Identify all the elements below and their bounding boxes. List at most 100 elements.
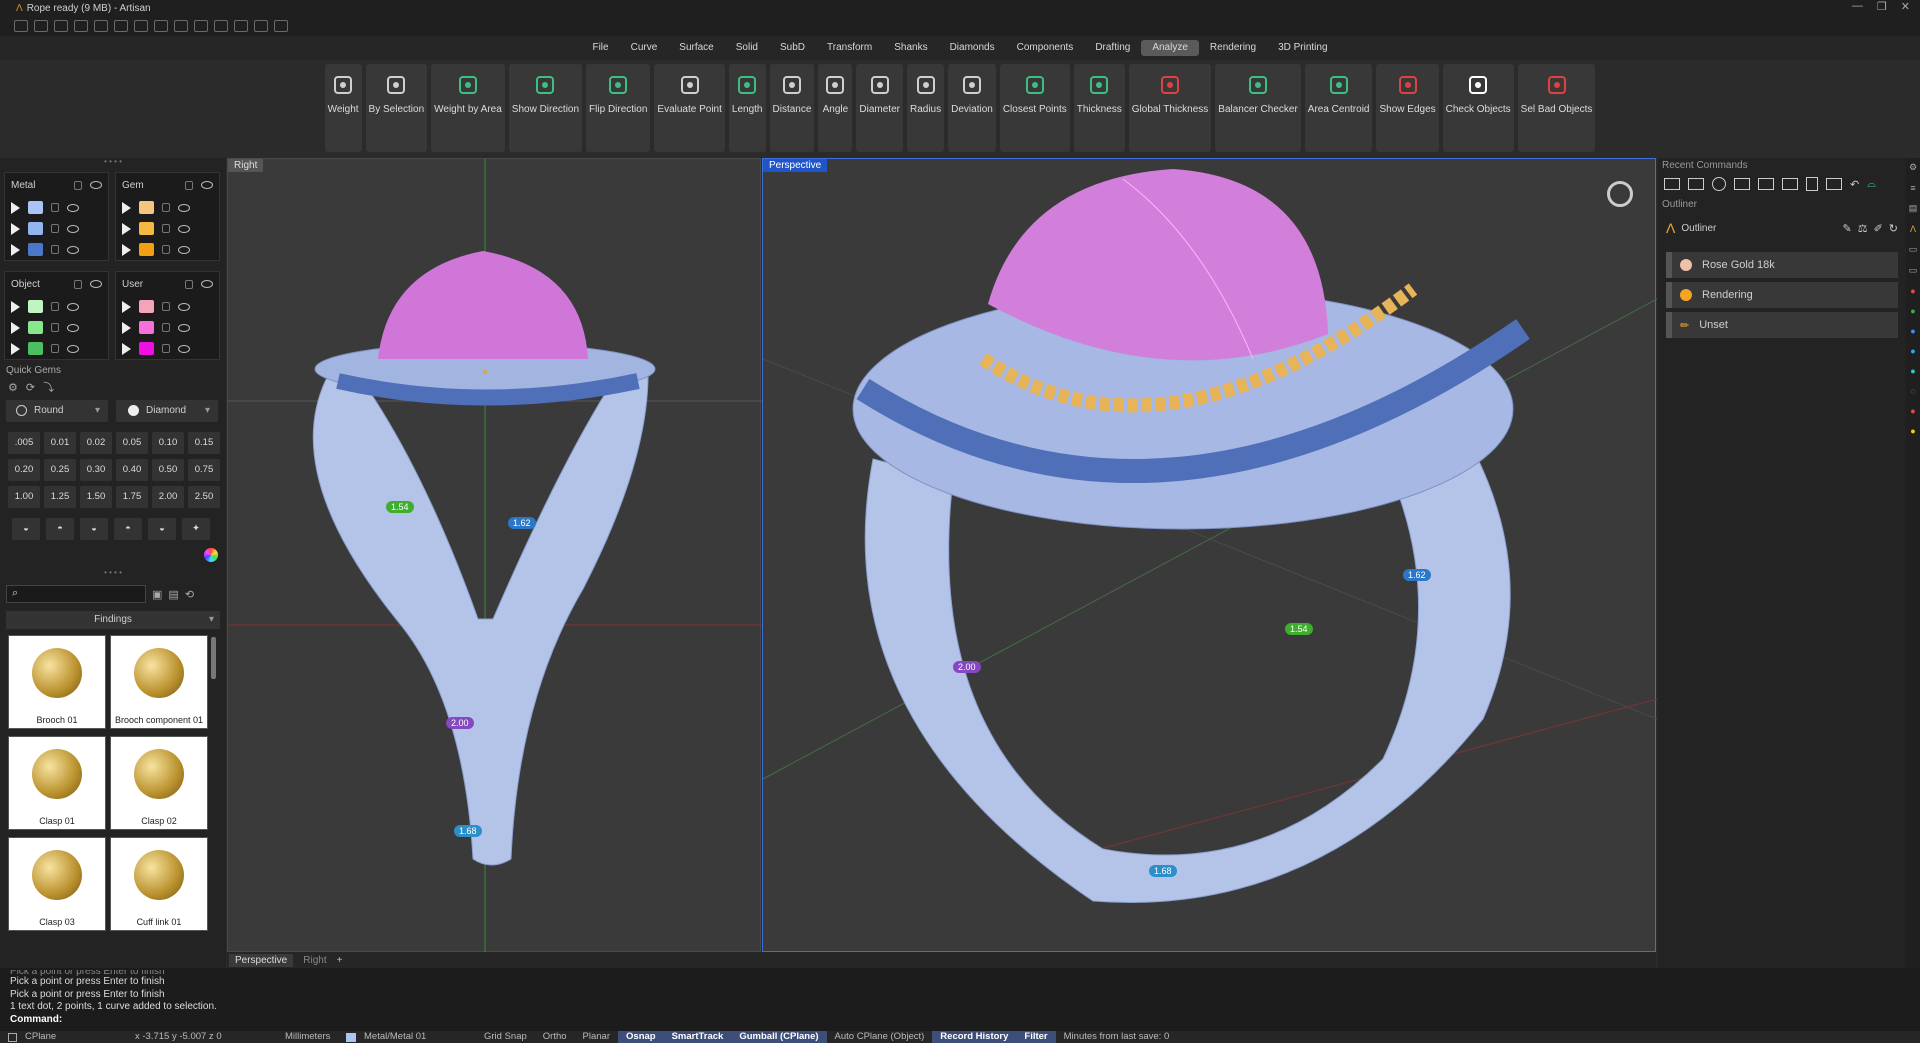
curve-tool-icon[interactable] xyxy=(194,20,208,32)
eyedropper-icon[interactable]: ✎ xyxy=(1842,222,1851,235)
recent-curve-icon[interactable] xyxy=(1782,178,1798,190)
recent-show-direction-icon[interactable]: ⌓ xyxy=(1867,178,1876,191)
color-icon[interactable]: ● xyxy=(1910,326,1915,336)
gem-size-button[interactable]: 1.25 xyxy=(44,486,76,508)
add-tab-icon[interactable]: + xyxy=(337,955,343,966)
layer-color-swatch[interactable] xyxy=(28,321,43,334)
layer-color-swatch[interactable] xyxy=(28,342,43,355)
panel-icon[interactable]: ▭ xyxy=(1909,244,1918,255)
dimension-label[interactable]: 1.68 xyxy=(1149,865,1177,877)
tool-show-direction[interactable]: Show Direction xyxy=(508,64,583,152)
eye-icon[interactable] xyxy=(178,224,190,233)
eye-icon[interactable] xyxy=(178,344,190,353)
ring-size-icon[interactable] xyxy=(1607,181,1633,207)
recent-doc-icon[interactable] xyxy=(1806,177,1818,191)
gem-cut-4-icon[interactable]: ◓ xyxy=(114,518,142,540)
outliner-row-unset[interactable]: ✏ Unset xyxy=(1666,312,1898,338)
panel-grip[interactable]: • • • • xyxy=(0,569,226,579)
gem-cut-5-icon[interactable]: ◒ xyxy=(148,518,176,540)
toggle-filter[interactable]: Filter xyxy=(1016,1031,1056,1043)
layer-color-swatch[interactable] xyxy=(28,201,43,214)
tool-show-edges[interactable]: Show Edges xyxy=(1376,64,1439,152)
recent-radius-icon[interactable] xyxy=(1734,178,1750,190)
pick-icon[interactable]: ⤵ xyxy=(43,379,54,395)
library-item[interactable]: Clasp 03 xyxy=(8,837,106,931)
menu-shanks[interactable]: Shanks xyxy=(883,36,938,60)
gem-size-button[interactable]: 0.05 xyxy=(116,432,148,454)
eye-icon[interactable] xyxy=(67,224,79,233)
gem-size-button[interactable]: 2.00 xyxy=(152,486,184,508)
layer-row[interactable] xyxy=(116,338,219,359)
settings-icon[interactable]: ⚙ xyxy=(1909,162,1917,173)
recent-undo-icon[interactable]: ↶ xyxy=(1850,178,1859,191)
lock-icon[interactable] xyxy=(74,180,82,190)
eye-icon[interactable] xyxy=(67,245,79,254)
menu-subd[interactable]: SubD xyxy=(769,36,816,60)
lock-icon[interactable] xyxy=(185,279,193,289)
menu-components[interactable]: Components xyxy=(1006,36,1085,60)
gem-cut-2-icon[interactable]: ◓ xyxy=(46,518,74,540)
gem-size-button[interactable]: 2.50 xyxy=(188,486,220,508)
edit-icon[interactable]: ✐ xyxy=(1874,222,1883,235)
open-folder-icon[interactable] xyxy=(74,20,88,32)
gem-cut-1-icon[interactable]: ◒ xyxy=(12,518,40,540)
dimension-label[interactable]: 2.00 xyxy=(953,661,981,673)
menu-3d-printing[interactable]: 3D Printing xyxy=(1267,36,1338,60)
outliner-row-material[interactable]: Rose Gold 18k xyxy=(1666,252,1898,278)
library-search-input[interactable]: ⌕ xyxy=(6,585,146,603)
open-icon[interactable] xyxy=(54,20,68,32)
tool-closest-points[interactable]: Closest Points xyxy=(999,64,1070,152)
tab-perspective[interactable]: Perspective xyxy=(229,953,294,967)
export-icon[interactable] xyxy=(174,20,188,32)
surface-tool-icon[interactable] xyxy=(214,20,228,32)
dimension-label[interactable]: 1.62 xyxy=(1403,569,1431,581)
menu-transform[interactable]: Transform xyxy=(816,36,883,60)
lock-icon[interactable] xyxy=(51,245,59,254)
gem-size-button[interactable]: 0.25 xyxy=(44,459,76,481)
save-icon[interactable] xyxy=(134,20,148,32)
expand-icon[interactable] xyxy=(122,201,131,214)
menu-solid[interactable]: Solid xyxy=(725,36,769,60)
tool-length[interactable]: Length xyxy=(728,64,766,152)
menu-file[interactable]: File xyxy=(581,36,619,60)
recent-angle-icon[interactable] xyxy=(1688,178,1704,190)
dimension-label[interactable]: 1.54 xyxy=(386,501,414,513)
tool-evaluate-point[interactable]: Evaluate Point xyxy=(654,64,725,152)
expand-icon[interactable] xyxy=(11,321,20,334)
layer-color-swatch[interactable] xyxy=(139,222,154,235)
lock-icon[interactable] xyxy=(185,180,193,190)
tool-weight-by-area[interactable]: Weight by Area xyxy=(431,64,505,152)
properties-icon[interactable]: ▤ xyxy=(1909,203,1918,214)
eye-icon[interactable] xyxy=(178,323,190,332)
gem-cut-6-icon[interactable]: ✦ xyxy=(182,518,210,540)
recent-distance-icon[interactable] xyxy=(1664,178,1680,190)
lock-icon[interactable] xyxy=(51,302,59,311)
toggle-grid-snap[interactable]: Grid Snap xyxy=(476,1031,535,1043)
add-folder-icon[interactable]: ▣ xyxy=(152,588,162,601)
color-icon[interactable]: ● xyxy=(1910,346,1915,356)
layer-color-swatch[interactable] xyxy=(139,300,154,313)
gem-size-button[interactable]: 0.75 xyxy=(188,459,220,481)
lock-icon[interactable] xyxy=(51,203,59,212)
layer-row[interactable] xyxy=(5,296,108,317)
menu-diamonds[interactable]: Diamonds xyxy=(939,36,1006,60)
gem-cut-3-icon[interactable]: ◒ xyxy=(80,518,108,540)
gem-size-button[interactable]: 0.40 xyxy=(116,459,148,481)
tool-area-centroid[interactable]: Area Centroid xyxy=(1304,64,1373,152)
toggle-record-history[interactable]: Record History xyxy=(932,1031,1017,1043)
color-wheel-icon[interactable] xyxy=(204,548,218,562)
expand-icon[interactable] xyxy=(122,300,131,313)
tool-angle[interactable]: Angle xyxy=(818,64,853,152)
gem-size-button[interactable]: 1.75 xyxy=(116,486,148,508)
expand-icon[interactable] xyxy=(11,342,20,355)
new-template-icon[interactable] xyxy=(34,20,48,32)
menu-drafting[interactable]: Drafting xyxy=(1084,36,1141,60)
viewport-perspective[interactable]: Perspective 1.62 1.54 2.00 1.68 xyxy=(762,158,1657,952)
redo-icon[interactable] xyxy=(114,20,128,32)
layer-row[interactable] xyxy=(5,197,108,218)
command-prompt[interactable]: Command: xyxy=(10,1014,1910,1027)
gem-size-button[interactable]: 0.15 xyxy=(188,432,220,454)
minimize-button[interactable]: — xyxy=(1852,0,1863,13)
cplane-label[interactable]: CPlane xyxy=(17,1031,127,1043)
lock-icon[interactable] xyxy=(162,344,170,353)
